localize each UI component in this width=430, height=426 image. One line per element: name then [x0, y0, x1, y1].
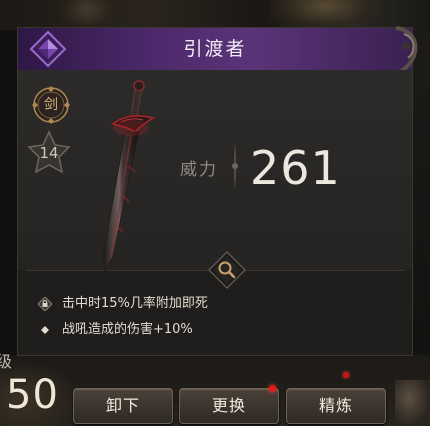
level-label: 级: [0, 352, 13, 371]
background-ornament: [60, 0, 115, 30]
effect-text: 战吼造成的伤害+10%: [62, 322, 193, 337]
item-tooltip-panel: 引渡者 剑 14 威力 261 击中时15%几率附加即死 战吼造成的伤害+10%: [18, 26, 418, 355]
sword-icon: [102, 80, 155, 274]
background-ornament: [270, 0, 380, 30]
weapon-type-label: 剑: [44, 97, 58, 113]
side-equipment-slot[interactable]: [395, 380, 430, 426]
unequip-button[interactable]: 卸下: [73, 388, 173, 424]
notification-dot: [269, 385, 276, 392]
item-rank: 14: [39, 144, 59, 162]
level-number: 50: [6, 372, 59, 418]
diamond-bullet-icon: [41, 326, 49, 334]
effect-text: 击中时15%几率附加即死: [62, 296, 208, 311]
lock-icon: [38, 297, 52, 311]
item-name: 引渡者: [183, 38, 247, 60]
power-value: 261: [250, 141, 341, 195]
stat-divider-dot: [232, 163, 238, 169]
replace-button[interactable]: 更换: [179, 388, 279, 424]
refine-button[interactable]: 精炼: [286, 388, 386, 424]
power-label: 威力: [180, 160, 218, 180]
magnify-icon[interactable]: [207, 250, 247, 290]
notification-dot: [343, 372, 349, 378]
